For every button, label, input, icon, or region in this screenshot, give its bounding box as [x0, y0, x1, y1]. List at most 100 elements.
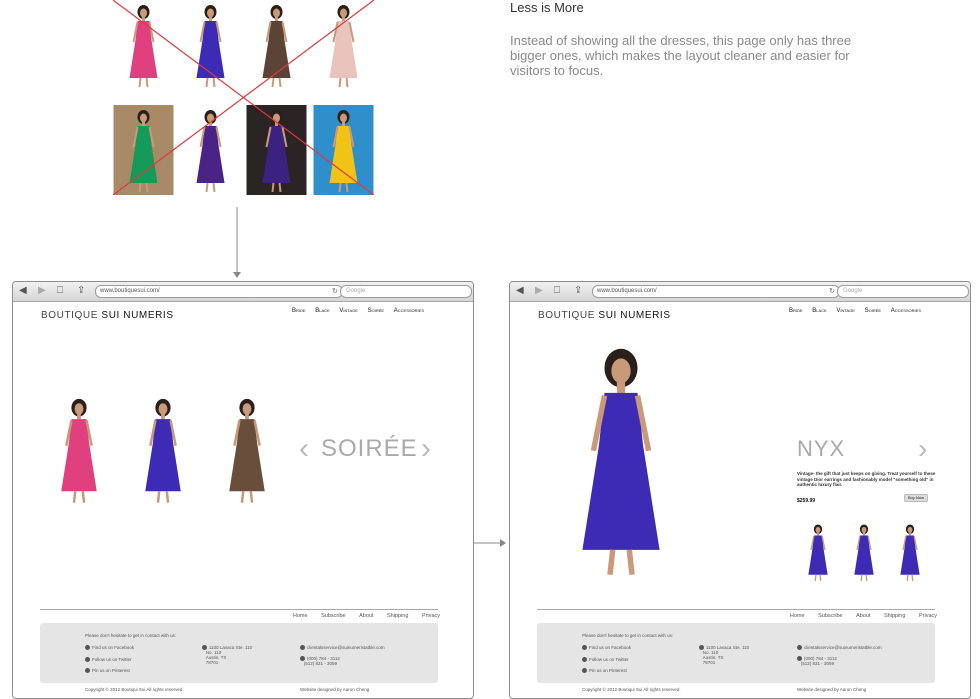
back-icon[interactable]: ◀ [19, 285, 27, 297]
logo-sui-numeris: SUI NUMERIS [101, 310, 174, 321]
prev-category-arrow[interactable]: ‹ [299, 432, 309, 466]
phone-numbers: (000) 784 - 3112 (512) 831 - 3059 [797, 656, 837, 666]
green-dress-photo [113, 105, 174, 195]
nav-accessories[interactable]: Accessories [394, 308, 424, 314]
footer-link-shipping[interactable]: Shipping [387, 613, 408, 619]
nav-bride[interactable]: Bride [292, 308, 306, 314]
bookmarks-icon[interactable]: ⎕ [57, 285, 63, 297]
footer-links: Home Subscribe About Shipping Privacy [778, 613, 937, 619]
footer-link-subscribe[interactable]: Subscribe [321, 613, 345, 619]
pinterest-link[interactable]: Pin us on Pinterest [85, 668, 130, 674]
bookmarks-icon[interactable]: ⎕ [554, 285, 560, 297]
nav-black[interactable]: Black [315, 308, 329, 314]
small-side-view[interactable] [843, 521, 885, 583]
contact-intro: Please don't hesitate to get in contact … [85, 633, 177, 638]
nav-soiree[interactable]: Soirée [865, 308, 881, 314]
footer-link-about[interactable]: About [856, 613, 870, 619]
thumb-blue-gown[interactable] [125, 392, 201, 507]
pink-dress-photo [113, 0, 174, 90]
nav-bride[interactable]: Bride [789, 308, 803, 314]
footer-link-shipping[interactable]: Shipping [884, 613, 905, 619]
address: 1100 Lavaca Ste. 110 No. 110 Austin, TX … [202, 645, 252, 665]
address: 1100 Lavaca Ste. 110 No. 110 Austin, TX … [699, 645, 749, 665]
nav-black[interactable]: Black [812, 308, 826, 314]
product-main-photo [537, 335, 705, 583]
browser-window-product: ◀ ▶ ⎕ ⇪ www.boutiquesui.com/ ↻ Google BO… [509, 281, 971, 699]
designer-credit: Website designed by Aaron Cheng [797, 687, 867, 692]
footer-link-home[interactable]: Home [790, 613, 805, 619]
next-category-arrow[interactable]: › [421, 432, 431, 466]
thumb-bronze-gown[interactable] [209, 392, 285, 507]
forward-icon[interactable]: ▶ [535, 285, 543, 297]
search-input[interactable]: Google [837, 285, 969, 298]
twitter-icon [582, 657, 587, 663]
yellow-dress-photo [313, 105, 374, 195]
small-front-view[interactable] [797, 521, 839, 583]
pinterest-icon [582, 668, 587, 674]
url-bar[interactable]: www.boutiquesui.com/ ↻ [592, 285, 840, 298]
facebook-link[interactable]: Find us on Facebook [85, 645, 134, 651]
footer-contact-box: Please don't hesitate to get in contact … [40, 623, 438, 683]
browser-window-category: ◀ ▶ ⎕ ⇪ www.boutiquesui.com/ ↻ Google BO… [12, 281, 474, 699]
share-icon[interactable]: ⇪ [77, 285, 85, 297]
browser-toolbar: ◀ ▶ ⎕ ⇪ www.boutiquesui.com/ ↻ Google [510, 282, 970, 302]
annotation-title: Less is More [510, 0, 584, 15]
pinterest-icon [85, 668, 90, 674]
main-nav: Bride Black Vintage Soirée Accessories [789, 308, 929, 314]
twitter-link[interactable]: Follow us on Twitter [85, 657, 132, 663]
category-title: SOIRÉE [321, 435, 418, 462]
thumb-pink-dress[interactable] [41, 392, 117, 507]
footer-link-home[interactable]: Home [293, 613, 308, 619]
footer-link-privacy[interactable]: Privacy [919, 613, 937, 619]
email-link[interactable]: clientalsservice@suinumeristatble.com [300, 645, 385, 651]
reload-icon[interactable]: ↻ [332, 286, 338, 297]
footer-divider [537, 609, 935, 610]
site-logo[interactable]: BOUTIQUE SUI NUMERIS [41, 310, 174, 321]
url-text: www.boutiquesui.com/ [597, 288, 657, 294]
email-icon [300, 645, 305, 651]
email-icon [797, 645, 802, 651]
facebook-link[interactable]: Find us on Facebook [582, 645, 631, 651]
facebook-icon [85, 645, 90, 651]
small-detail-view[interactable] [889, 521, 931, 583]
main-nav: Bride Black Vintage Soirée Accessories [292, 308, 432, 314]
product-price: $259.99 [797, 498, 816, 504]
url-bar[interactable]: www.boutiquesui.com/ ↻ [95, 285, 343, 298]
back-icon[interactable]: ◀ [516, 285, 524, 297]
annotation-body: Instead of showing all the dresses, this… [510, 33, 852, 78]
twitter-link[interactable]: Follow us on Twitter [582, 657, 629, 663]
nav-accessories[interactable]: Accessories [891, 308, 921, 314]
phone-numbers: (000) 784 - 3112 (512) 831 - 3059 [300, 656, 340, 666]
logo-boutique: BOUTIQUE [41, 310, 99, 321]
logo-boutique: BOUTIQUE [538, 310, 596, 321]
product-name: NYX [797, 436, 846, 461]
logo-sui-numeris: SUI NUMERIS [598, 310, 671, 321]
footer-divider [40, 609, 438, 610]
pinterest-link[interactable]: Pin us on Pinterest [582, 668, 627, 674]
twitter-icon [85, 657, 90, 663]
purple-dress-photo [180, 105, 241, 195]
nav-vintage[interactable]: Vintage [836, 308, 855, 314]
reload-icon[interactable]: ↻ [829, 286, 835, 297]
search-input[interactable]: Google [340, 285, 472, 298]
facebook-icon [582, 645, 587, 651]
copyright: Copyright © 2012 Boutiqui Sui All rights… [85, 687, 184, 692]
buy-now-button[interactable]: Buy Now [904, 494, 928, 502]
url-text: www.boutiquesui.com/ [100, 288, 160, 294]
nav-soiree[interactable]: Soirée [368, 308, 384, 314]
bronze-gown-photo [246, 0, 307, 90]
copyright: Copyright © 2012 Boutiqui Sui All rights… [582, 687, 681, 692]
email-link[interactable]: clientalsservice@suinumeristatble.com [797, 645, 882, 651]
footer-link-privacy[interactable]: Privacy [422, 613, 440, 619]
forward-icon[interactable]: ▶ [38, 285, 46, 297]
product-description: Vintage- the gift that just keeps on giv… [797, 471, 936, 487]
next-product-arrow[interactable]: › [918, 433, 927, 465]
footer-contact-box: Please don't hesitate to get in contact … [537, 623, 935, 683]
site-logo[interactable]: BOUTIQUE SUI NUMERIS [538, 310, 671, 321]
footer-link-subscribe[interactable]: Subscribe [818, 613, 842, 619]
share-icon[interactable]: ⇪ [574, 285, 582, 297]
blue-gown-photo [180, 0, 241, 90]
browser-toolbar: ◀ ▶ ⎕ ⇪ www.boutiquesui.com/ ↻ Google [13, 282, 473, 302]
footer-link-about[interactable]: About [359, 613, 373, 619]
nav-vintage[interactable]: Vintage [339, 308, 358, 314]
